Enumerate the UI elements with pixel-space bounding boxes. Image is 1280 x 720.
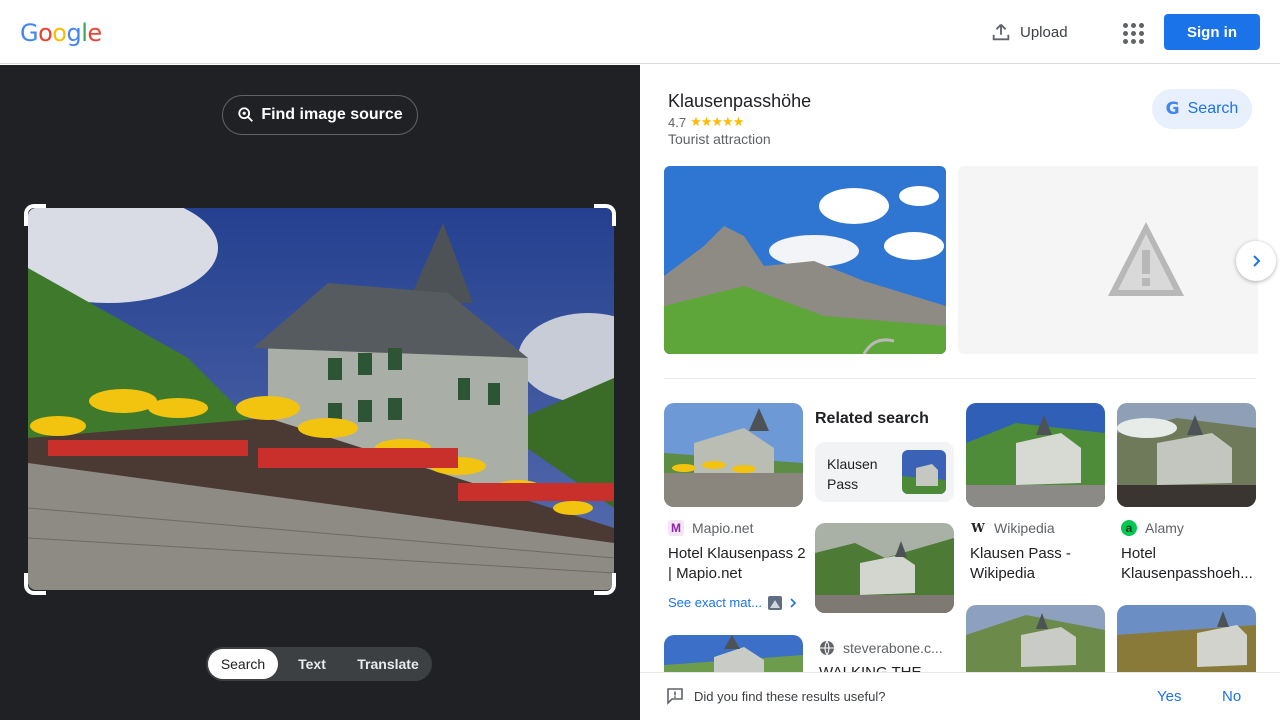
crop-handle-bottom-left[interactable] <box>24 573 46 595</box>
feedback-no-button[interactable]: No <box>1222 688 1241 705</box>
lens-search-icon <box>238 107 254 122</box>
feedback-question: Did you find these results useful? <box>694 689 886 704</box>
find-image-source-label: Find image source <box>261 106 403 123</box>
result-source[interactable]: W Wikipedia <box>970 520 1055 536</box>
result-thumbnail[interactable] <box>815 523 954 613</box>
result-source[interactable]: M Mapio.net <box>668 520 753 536</box>
google-search-button[interactable]: G Search <box>1152 89 1252 129</box>
result-thumbnail[interactable] <box>664 635 803 672</box>
place-photo-1[interactable] <box>664 166 946 354</box>
place-category: Tourist attraction <box>668 131 771 147</box>
feedback-icon <box>667 688 683 705</box>
result-source-name: Alamy <box>1145 520 1184 536</box>
place-rating: 4.7 ★★★★★ <box>668 114 744 130</box>
feedback-yes-button[interactable]: Yes <box>1157 688 1181 705</box>
see-exact-matches-link[interactable]: See exact mat... <box>668 595 798 610</box>
result-source-name: steverabone.c... <box>843 640 943 656</box>
place-photo-2[interactable] <box>958 166 1258 354</box>
logo-letter: o <box>52 19 67 47</box>
mode-search-tab[interactable]: Search <box>208 649 278 679</box>
chevron-right-icon <box>1253 255 1261 267</box>
results-panel: Klausenpasshöhe 4.7 ★★★★★ Tourist attrac… <box>640 65 1280 672</box>
logo-letter: o <box>38 19 53 47</box>
rating-value: 4.7 <box>668 114 687 130</box>
lens-mode-switcher: Search Text Translate <box>206 647 432 681</box>
upload-button[interactable]: Upload <box>990 16 1068 48</box>
result-title[interactable]: WALKING THE ... <box>819 663 959 672</box>
alamy-icon: a <box>1121 520 1137 536</box>
top-header: Google Upload Sign in <box>0 0 1280 64</box>
sign-in-button[interactable]: Sign in <box>1164 14 1260 50</box>
rating-stars-icon: ★★★★★ <box>690 114 744 129</box>
query-image[interactable] <box>28 208 614 590</box>
mapio-icon: M <box>668 520 684 536</box>
see-exact-label: See exact mat... <box>668 595 762 610</box>
result-title[interactable]: Hotel Klausenpasshoeh... <box>1121 544 1261 584</box>
crop-handle-top-left[interactable] <box>24 204 46 226</box>
google-search-label: Search <box>1187 100 1239 117</box>
apps-grid-icon[interactable] <box>1118 18 1146 46</box>
result-source-name: Mapio.net <box>692 520 754 536</box>
upload-label: Upload <box>1020 23 1068 41</box>
result-source[interactable]: steverabone.c... <box>819 640 943 656</box>
wikipedia-icon: W <box>971 521 985 535</box>
google-logo[interactable]: Google <box>20 19 102 47</box>
section-divider <box>664 378 1256 379</box>
lens-image-panel: Find image source Search Text Translate <box>0 65 640 720</box>
google-g-icon: G <box>1165 99 1180 119</box>
result-thumbnail[interactable] <box>664 403 803 507</box>
related-chip-thumbnail <box>902 450 946 494</box>
feedback-bar: Did you find these results useful? Yes N… <box>640 672 1280 720</box>
globe-icon <box>820 640 834 656</box>
result-source[interactable]: a Alamy <box>1121 520 1184 536</box>
logo-letter: G <box>20 19 39 47</box>
crop-handle-top-right[interactable] <box>594 204 616 226</box>
result-source-name: Wikipedia <box>994 520 1055 536</box>
carousel-next-button[interactable] <box>1236 241 1276 281</box>
result-title[interactable]: Hotel Klausenpass 2 | Mapio.net <box>668 544 808 584</box>
upload-icon <box>992 24 1010 41</box>
logo-letter: g <box>66 19 82 47</box>
result-thumbnail[interactable] <box>1117 605 1256 672</box>
logo-letter: e <box>87 19 102 47</box>
place-title[interactable]: Klausenpasshöhe <box>668 91 811 112</box>
crop-handle-bottom-right[interactable] <box>594 573 616 595</box>
chevron-right-icon <box>790 597 797 608</box>
find-image-source-button[interactable]: Find image source <box>222 95 418 135</box>
mode-translate-tab[interactable]: Translate <box>346 649 430 679</box>
result-thumbnail[interactable] <box>1117 403 1256 507</box>
related-chip-label: Klausen Pass <box>827 456 878 492</box>
related-search-heading: Related search <box>815 410 929 427</box>
mode-text-tab[interactable]: Text <box>278 649 346 679</box>
result-thumbnail[interactable] <box>966 605 1105 672</box>
related-search-chip[interactable]: Klausen Pass <box>815 442 954 502</box>
result-title[interactable]: Klausen Pass - Wikipedia <box>970 544 1110 584</box>
exact-match-thumb-icon <box>767 595 782 610</box>
result-thumbnail[interactable] <box>966 403 1105 507</box>
